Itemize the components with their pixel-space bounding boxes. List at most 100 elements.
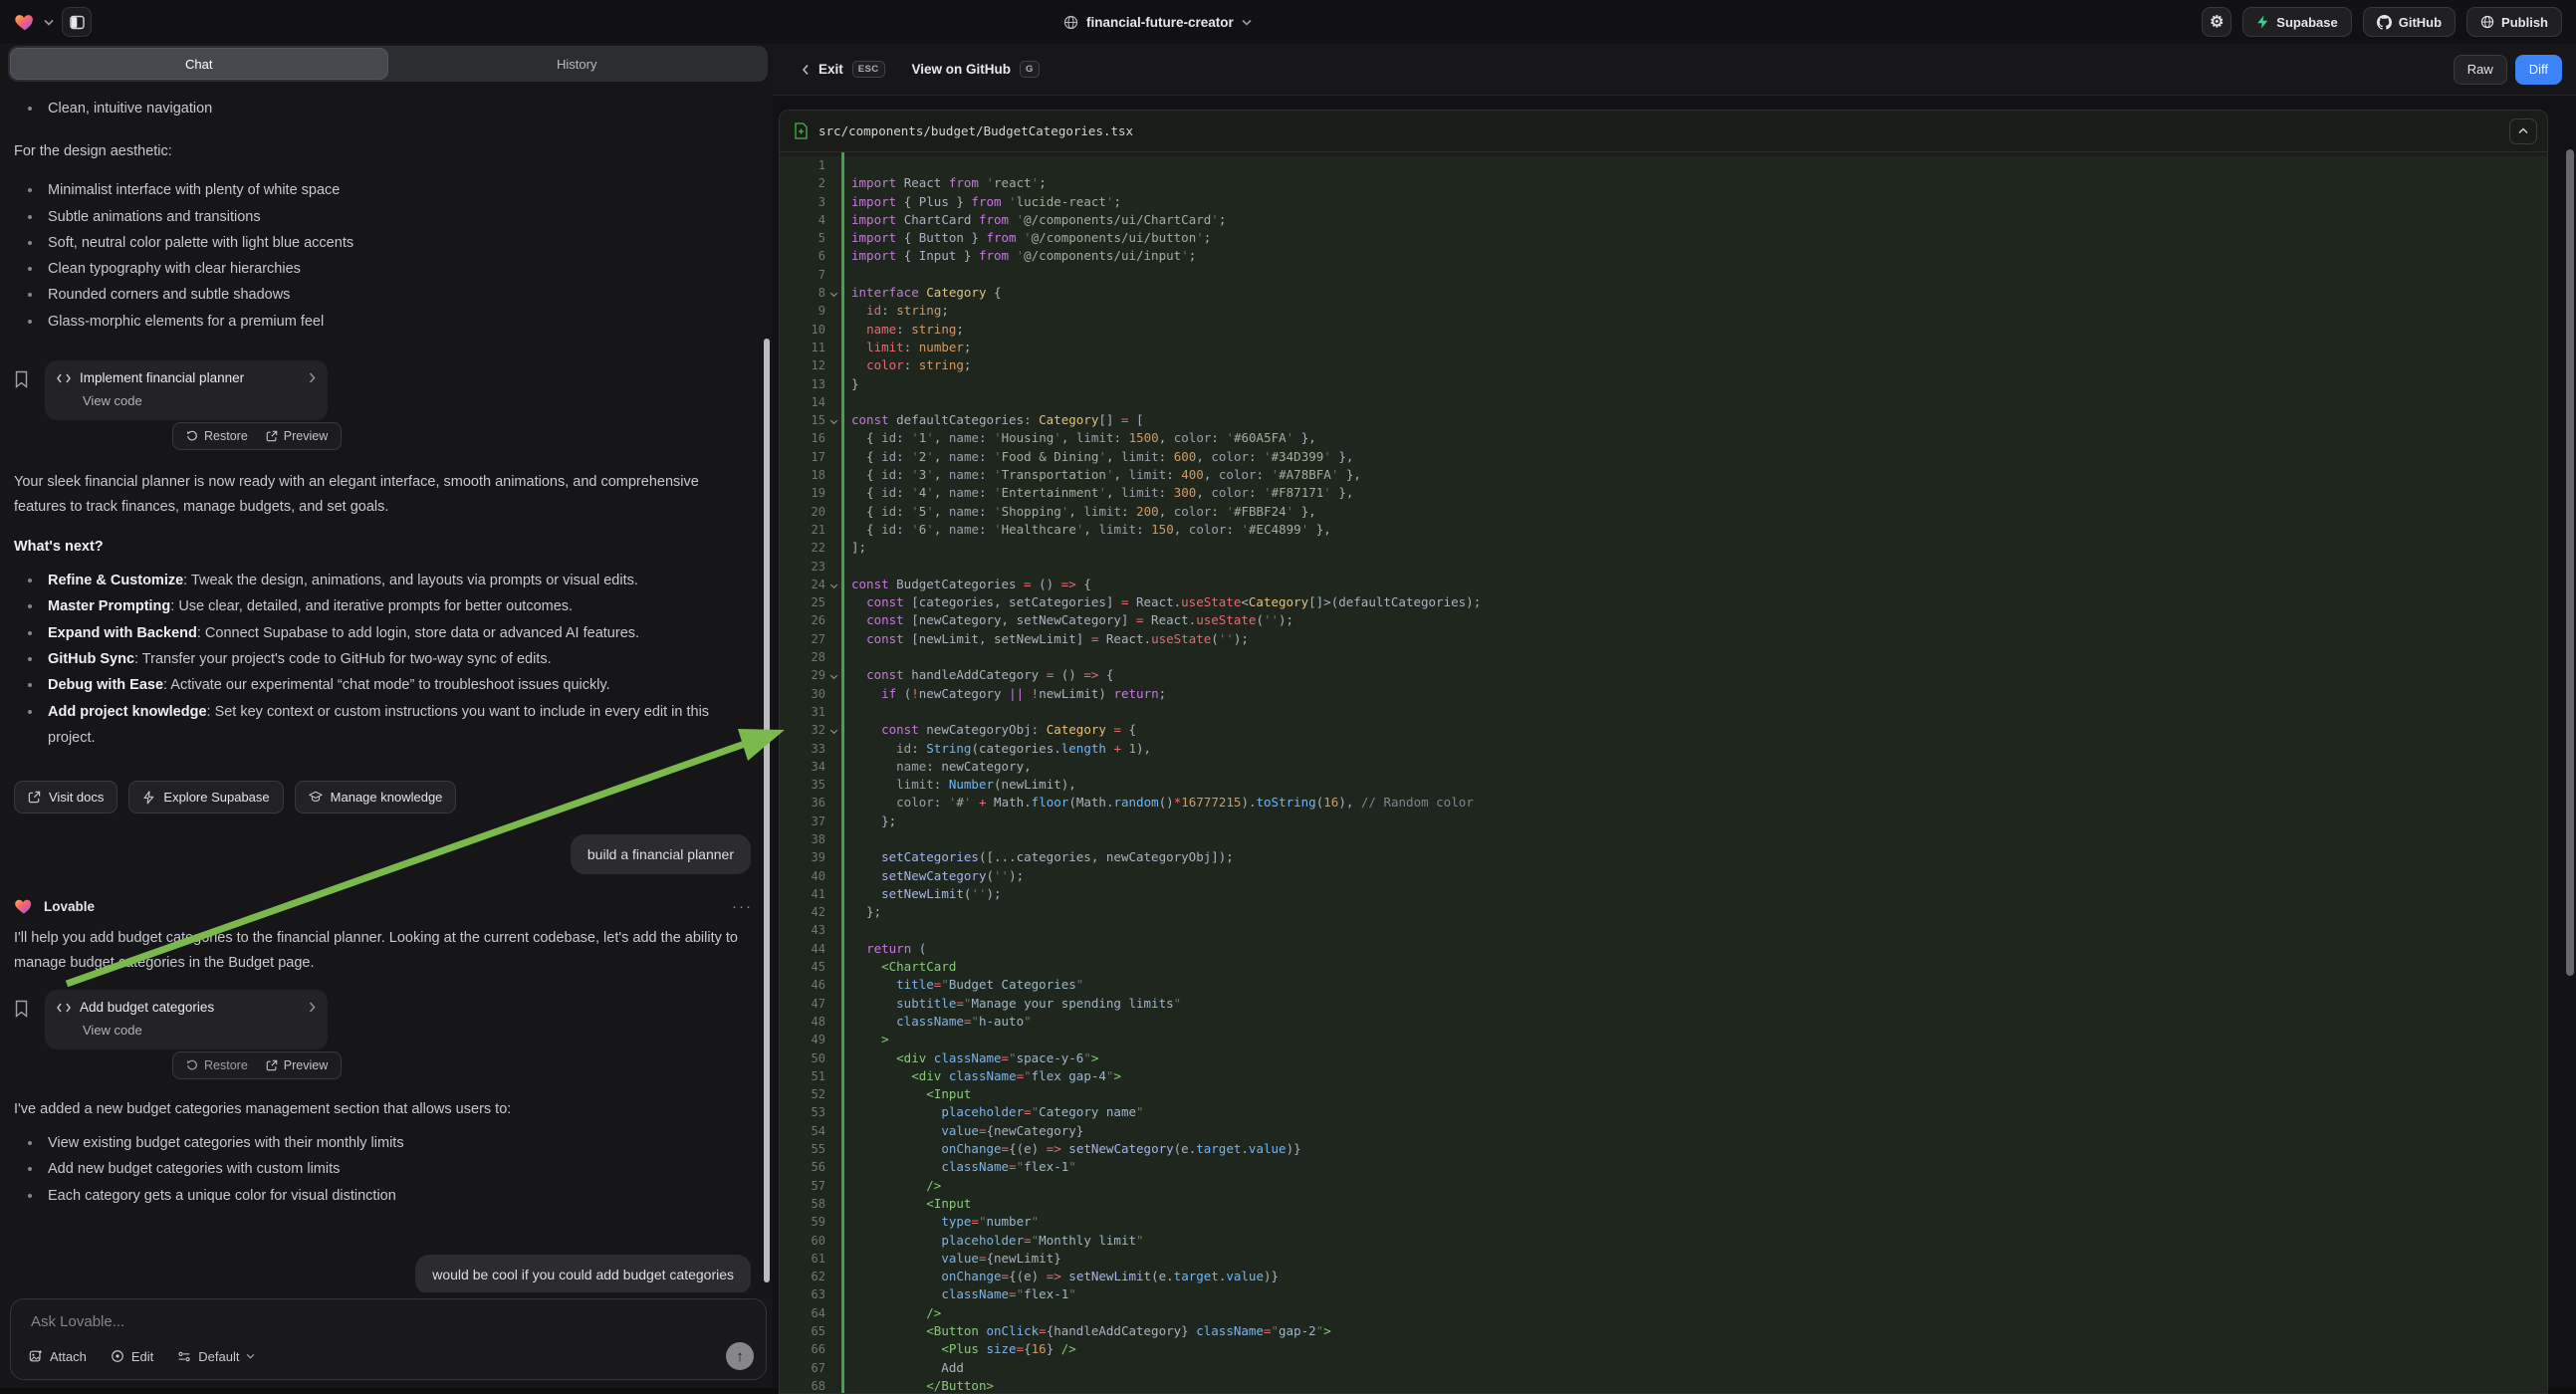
- code-line: 18 { id: '3', name: 'Transportation', li…: [780, 466, 2547, 484]
- lovable-logo-icon[interactable]: [14, 11, 36, 33]
- assistant-name: Lovable: [44, 899, 95, 914]
- github-icon: [2377, 15, 2392, 30]
- fold-chevron-icon: [829, 581, 836, 588]
- restore-button[interactable]: Restore: [186, 429, 248, 443]
- edit-card-title: Add budget categories: [80, 1000, 214, 1015]
- logo-chevron-down-icon[interactable]: [44, 19, 54, 26]
- user-message-row: would be cool if you could add budget ca…: [14, 1255, 757, 1292]
- code-line: 53 placeholder="Category name": [780, 1103, 2547, 1121]
- model-selector[interactable]: Default: [177, 1349, 255, 1364]
- manage-knowledge-button[interactable]: Manage knowledge: [295, 781, 457, 813]
- edit-mode-button[interactable]: Edit: [111, 1349, 153, 1364]
- restore-icon: [186, 1059, 198, 1071]
- message-menu-button[interactable]: ···: [732, 898, 753, 915]
- bookmark-icon[interactable]: [14, 1000, 29, 1079]
- exit-button[interactable]: Exit ESC: [802, 61, 885, 78]
- code-line: 31: [780, 703, 2547, 721]
- assistant-help-text: I'll help you add budget categories to t…: [14, 926, 751, 976]
- list-item: Add project knowledge: Set key context o…: [48, 699, 737, 752]
- user-message-bubble[interactable]: would be cool if you could add budget ca…: [415, 1255, 751, 1292]
- view-code-link[interactable]: View code: [83, 1023, 316, 1038]
- attach-button[interactable]: Attach: [29, 1349, 87, 1364]
- globe-icon: [1063, 15, 1078, 30]
- chat-input[interactable]: [31, 1313, 529, 1330]
- sidebar-toggle-button[interactable]: [62, 7, 92, 37]
- chat-scrollbar[interactable]: [764, 339, 770, 1282]
- diff-toggle-button[interactable]: Diff: [2515, 55, 2562, 85]
- restore-button[interactable]: Restore: [186, 1058, 248, 1072]
- fold-chevron-icon: [829, 417, 836, 424]
- code-line: 38: [780, 830, 2547, 848]
- github-button[interactable]: GitHub: [2363, 7, 2456, 37]
- code-line: 5import { Button } from '@/components/ui…: [780, 229, 2547, 247]
- project-switcher[interactable]: financial-future-creator: [1063, 0, 1252, 44]
- view-code-link[interactable]: View code: [83, 393, 316, 408]
- design-aesthetic-heading: For the design aesthetic:: [14, 139, 751, 164]
- chat-composer[interactable]: Attach Edit Default ↑: [10, 1298, 767, 1380]
- raw-toggle-button[interactable]: Raw: [2454, 55, 2507, 85]
- list-item: Rounded corners and subtle shadows: [48, 282, 737, 308]
- chevron-right-icon: [309, 1002, 316, 1013]
- supabase-button[interactable]: Supabase: [2242, 7, 2351, 37]
- chat-message-list[interactable]: Clean, intuitive navigation For the desi…: [0, 88, 773, 1292]
- explore-supabase-button[interactable]: Explore Supabase: [128, 781, 283, 813]
- code-line: 32 const newCategoryObj: Category = {: [780, 721, 2547, 739]
- code-line: 21 { id: '6', name: 'Healthcare', limit:…: [780, 521, 2547, 539]
- code-line: 4import ChartCard from '@/components/ui/…: [780, 211, 2547, 229]
- next-steps-list: Refine & Customize: Tweak the design, an…: [14, 568, 737, 751]
- user-message-bubble[interactable]: build a financial planner: [571, 834, 751, 874]
- list-item: Clean, intuitive navigation: [48, 96, 737, 121]
- edit-card-row-2: Add budget categories View code Restore …: [14, 990, 757, 1079]
- code-panel-header: Exit ESC View on GitHub G Raw Diff: [773, 44, 2576, 96]
- send-button[interactable]: ↑: [726, 1342, 754, 1370]
- chevron-left-icon: [802, 64, 810, 76]
- file-added-icon: [794, 122, 809, 139]
- diff-file-card: src/components/budget/BudgetCategories.t…: [779, 110, 2548, 1394]
- code-line: 3import { Plus } from 'lucide-react';: [780, 193, 2547, 211]
- code-line: 17 { id: '2', name: 'Food & Dining', lim…: [780, 448, 2547, 466]
- code-line: 25 const [categories, setCategories] = R…: [780, 593, 2547, 611]
- bookmark-icon[interactable]: [14, 370, 29, 450]
- code-line: 30 if (!newCategory || !newLimit) return…: [780, 685, 2547, 703]
- list-item: View existing budget categories with the…: [48, 1130, 737, 1156]
- view-on-github-button[interactable]: View on GitHub G: [912, 61, 1040, 78]
- code-line: 14: [780, 393, 2547, 411]
- collapse-file-button[interactable]: [2509, 118, 2537, 144]
- chevron-up-icon: [2518, 127, 2528, 134]
- project-chevron-down-icon: [1242, 19, 1252, 26]
- code-line: 68 </Button>: [780, 1377, 2547, 1394]
- code-line: 64 />: [780, 1304, 2547, 1322]
- settings-button[interactable]: ⚙: [2202, 7, 2231, 37]
- edit-card-add-budget-categories[interactable]: Add budget categories View code: [45, 990, 328, 1049]
- publish-button[interactable]: Publish: [2466, 7, 2562, 37]
- code-line: 37 };: [780, 813, 2547, 830]
- code-icon: [57, 1003, 71, 1013]
- code-line: 34 name: newCategory,: [780, 758, 2547, 776]
- code-line: 57 />: [780, 1177, 2547, 1195]
- assistant-summary-text: Your sleek financial planner is now read…: [14, 470, 751, 520]
- code-line: 20 { id: '5', name: 'Shopping', limit: 2…: [780, 503, 2547, 521]
- code-line: 8interface Category {: [780, 284, 2547, 302]
- preview-button[interactable]: Preview: [266, 429, 328, 443]
- card-hover-toolbar: Restore Preview: [172, 1051, 342, 1079]
- tab-history[interactable]: History: [388, 48, 767, 80]
- assistant-added-text: I've added a new budget categories manag…: [14, 1097, 751, 1122]
- visit-docs-button[interactable]: Visit docs: [14, 781, 117, 813]
- code-line: 12 color: string;: [780, 356, 2547, 374]
- chevron-right-icon: [309, 372, 316, 383]
- preview-button[interactable]: Preview: [266, 1058, 328, 1072]
- file-header[interactable]: src/components/budget/BudgetCategories.t…: [780, 111, 2547, 152]
- code-line: 61 value={newLimit}: [780, 1250, 2547, 1268]
- code-diff-panel: Exit ESC View on GitHub G Raw Diff src/c…: [773, 44, 2576, 1388]
- tab-chat[interactable]: Chat: [10, 48, 388, 80]
- code-line: 66 <Plus size={16} />: [780, 1340, 2547, 1358]
- code-line: 63 className="flex-1": [780, 1285, 2547, 1303]
- code-line: 40 setNewCategory('');: [780, 867, 2547, 885]
- code-line: 16 { id: '1', name: 'Housing', limit: 15…: [780, 429, 2547, 447]
- code-scrollbar[interactable]: [2566, 149, 2574, 976]
- edit-card-implement-financial-planner[interactable]: Implement financial planner View code: [45, 360, 328, 420]
- code-line: 28: [780, 648, 2547, 666]
- code-line: 41 setNewLimit('');: [780, 885, 2547, 903]
- list-item: Minimalist interface with plenty of whit…: [48, 177, 737, 203]
- code-lines[interactable]: 12import React from 'react';3import { Pl…: [780, 152, 2547, 1394]
